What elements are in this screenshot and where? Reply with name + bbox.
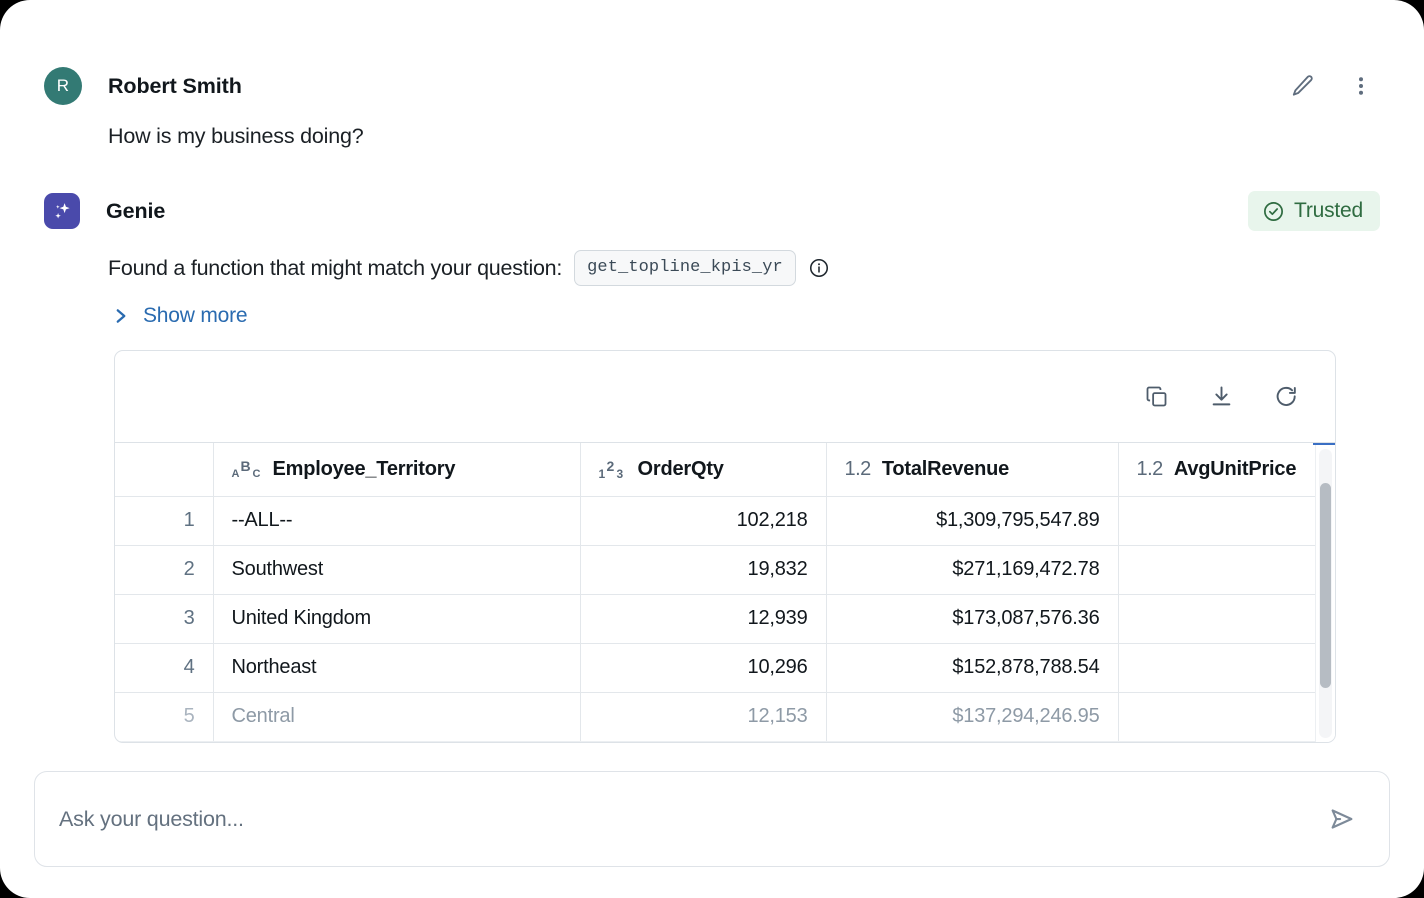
row-number: 1 (115, 496, 213, 545)
row-number: 3 (115, 594, 213, 643)
cell-avg-price: $417. (1118, 643, 1336, 692)
composer-bar (34, 771, 1390, 867)
table-header-row: ABC Employee_Territory 123 (115, 443, 1336, 496)
cell-revenue: $173,087,576.36 (826, 594, 1118, 643)
cell-revenue: $1,309,795,547.89 (826, 496, 1118, 545)
table-row[interactable]: 3 United Kingdom 12,939 $173,087,576.36 … (115, 594, 1336, 643)
cell-territory: Northeast (213, 643, 580, 692)
query-result-card: ABC Employee_Territory 123 (114, 350, 1336, 743)
result-table-container: ABC Employee_Territory 123 (115, 442, 1335, 742)
function-name-chip[interactable]: get_topline_kpis_yr (574, 250, 796, 286)
more-vertical-icon[interactable] (1344, 69, 1378, 103)
header-label: Employee_Territory (273, 458, 456, 481)
table-body: 1 --ALL-- 102,218 $1,309,795,547.89 $387… (115, 496, 1336, 741)
message-actions (1286, 69, 1378, 103)
table-row[interactable]: 2 Southwest 19,832 $271,169,472.78 $394.… (115, 545, 1336, 594)
download-icon[interactable] (1208, 383, 1235, 410)
conversation-area: R Robert Smith How is my business doing? (0, 0, 1424, 898)
cell-revenue: $152,878,788.54 (826, 643, 1118, 692)
header-label: AvgUnitPrice (1174, 458, 1296, 481)
row-number: 4 (115, 643, 213, 692)
header-row-number (115, 443, 213, 496)
cell-avg-price: $363.8 (1118, 692, 1336, 741)
table-focus-edge (1313, 443, 1335, 445)
string-type-icon: ABC (232, 459, 262, 480)
cell-territory: Southwest (213, 545, 580, 594)
user-name: Robert Smith (108, 74, 242, 99)
table-row[interactable]: 4 Northeast 10,296 $152,878,788.54 $417. (115, 643, 1336, 692)
assistant-message-header: Genie Trusted (44, 193, 1380, 229)
cell-order-qty: 12,939 (580, 594, 826, 643)
table-header: ABC Employee_Territory 123 (115, 443, 1336, 496)
cell-avg-price: $386.3 (1118, 594, 1336, 643)
integer-type-icon: 123 (599, 459, 627, 480)
cell-territory: United Kingdom (213, 594, 580, 643)
assistant-name: Genie (106, 199, 165, 224)
cell-territory: Central (213, 692, 580, 741)
header-label: OrderQty (638, 458, 724, 481)
avatar-user: R (44, 67, 82, 105)
cell-order-qty: 12,153 (580, 692, 826, 741)
decimal-type-icon: 1.2 (845, 458, 871, 481)
found-function-line: Found a function that might match your q… (108, 250, 1380, 286)
copy-icon[interactable] (1143, 383, 1170, 410)
genie-chat-window: R Robert Smith How is my business doing? (0, 0, 1424, 898)
result-table: ABC Employee_Territory 123 (115, 443, 1336, 742)
header-total-revenue[interactable]: 1.2 TotalRevenue (826, 443, 1118, 496)
cell-order-qty: 102,218 (580, 496, 826, 545)
refresh-icon[interactable] (1273, 383, 1300, 410)
result-toolbar (115, 351, 1335, 442)
cell-avg-price: $387.6 (1118, 496, 1336, 545)
search-input[interactable] (59, 807, 1321, 832)
found-function-text: Found a function that might match your q… (108, 256, 562, 281)
chevron-right-icon (114, 306, 129, 326)
cell-order-qty: 10,296 (580, 643, 826, 692)
user-message-text: How is my business doing? (108, 124, 1380, 149)
header-order-qty[interactable]: 123 OrderQty (580, 443, 826, 496)
table-vertical-scrollbar[interactable] (1319, 449, 1332, 738)
row-number: 5 (115, 692, 213, 741)
cell-territory: --ALL-- (213, 496, 580, 545)
pencil-icon[interactable] (1286, 69, 1320, 103)
header-label: TotalRevenue (882, 458, 1009, 481)
row-number: 2 (115, 545, 213, 594)
decimal-type-icon: 1.2 (1137, 458, 1163, 481)
table-row[interactable]: 1 --ALL-- 102,218 $1,309,795,547.89 $387… (115, 496, 1336, 545)
header-employee-territory[interactable]: ABC Employee_Territory (213, 443, 580, 496)
show-more-toggle[interactable]: Show more (114, 304, 1380, 328)
send-icon[interactable] (1321, 798, 1363, 840)
sparkle-icon (44, 193, 80, 229)
header-avg-unit-price[interactable]: 1.2 AvgUnitPrice (1118, 443, 1336, 496)
scrollbar-thumb[interactable] (1320, 483, 1331, 688)
cell-order-qty: 19,832 (580, 545, 826, 594)
cell-revenue: $271,169,472.78 (826, 545, 1118, 594)
user-message-header: R Robert Smith (44, 67, 1380, 105)
info-circle-icon[interactable] (808, 257, 830, 279)
check-circle-icon (1262, 200, 1285, 223)
show-more-label: Show more (143, 304, 247, 328)
cell-avg-price: $394.1 (1118, 545, 1336, 594)
status-badge-trusted: Trusted (1248, 191, 1380, 231)
status-badge-label: Trusted (1294, 199, 1363, 223)
table-row[interactable]: 5 Central 12,153 $137,294,246.95 $363.8 (115, 692, 1336, 741)
cell-revenue: $137,294,246.95 (826, 692, 1118, 741)
